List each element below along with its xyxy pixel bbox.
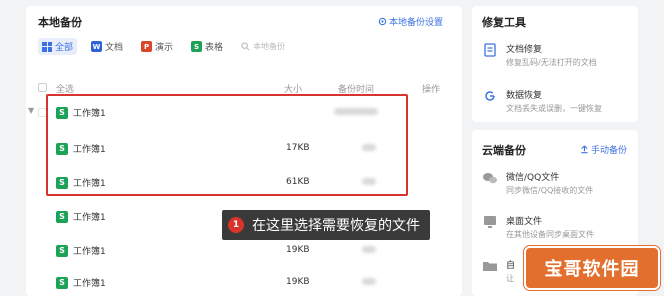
tool-title: 微信/QQ文件	[506, 173, 560, 183]
tool-title: 自	[506, 261, 516, 271]
search-placeholder: 本地备份	[253, 42, 286, 51]
sheet-file-icon: S	[56, 210, 68, 223]
tab-presentations[interactable]: P 演示	[137, 38, 177, 55]
folder-icon	[482, 258, 498, 274]
action-column-header: 操作	[422, 85, 441, 95]
backup-settings-label: 本地备份设置	[389, 18, 444, 28]
backup-time	[362, 278, 376, 285]
tool-desc: 修复乱码/无法打开的文档	[506, 58, 597, 67]
settings-icon	[378, 17, 387, 26]
tab-label: 全部	[55, 43, 74, 53]
manual-backup-link[interactable]: 手动备份	[580, 143, 627, 156]
repair-tools-panel: 修复工具 文档修复 修复乱码/无法打开的文档 数据恢复 文档丢失或误删，一键恢复	[472, 6, 638, 122]
doc-repair-icon	[482, 42, 498, 58]
expand-caret-icon[interactable]: ▼	[28, 106, 34, 115]
tab-sheets[interactable]: S 表格	[187, 38, 227, 55]
panel-title: 本地备份	[38, 16, 82, 29]
file-type-tabs: 全部 W 文档 P 演示 S 表格 本地备份	[38, 38, 285, 55]
tool-title: 桌面文件	[506, 217, 543, 227]
step-number-badge: 1	[228, 217, 244, 233]
chat-icon	[482, 170, 498, 186]
sheet-icon: S	[191, 41, 203, 52]
folder-item[interactable]: 自 让	[482, 258, 515, 284]
tab-all[interactable]: 全部	[38, 38, 78, 55]
tab-label: 表格	[205, 43, 224, 53]
file-name: S 工作簿1	[56, 244, 106, 257]
manual-backup-label: 手动备份	[591, 146, 628, 156]
tool-desc: 文档丢失或误删，一键恢复	[506, 104, 602, 113]
wechat-qq-item[interactable]: 微信/QQ文件 同步微信/QQ接收的文件	[482, 170, 593, 196]
file-name-text: 工作簿1	[73, 213, 106, 223]
ppt-icon: P	[141, 41, 153, 52]
table-row[interactable]: S 工作簿1 19KB	[38, 242, 458, 260]
desktop-icon	[482, 214, 498, 230]
highlight-box	[46, 94, 408, 196]
repair-title: 修复工具	[482, 16, 526, 29]
file-size: 19KB	[286, 245, 310, 255]
grid-icon	[42, 41, 52, 52]
file-size: 19KB	[286, 277, 310, 287]
sheet-file-icon: S	[56, 276, 68, 289]
sheet-file-icon: S	[56, 244, 68, 257]
file-name-text: 工作簿1	[73, 247, 106, 257]
search-input[interactable]: 本地备份	[241, 41, 285, 52]
tool-desc: 同步微信/QQ接收的文件	[506, 186, 594, 195]
word-icon: W	[91, 41, 103, 52]
search-icon	[241, 42, 250, 51]
tool-desc: 在其他设备同步桌面文件	[506, 230, 594, 239]
file-name: S 工作簿1	[56, 276, 106, 289]
tab-label: 文档	[105, 43, 124, 53]
data-recovery-icon	[482, 88, 498, 104]
tab-docs[interactable]: W 文档	[87, 38, 127, 55]
site-watermark: 宝哥软件园	[524, 246, 660, 290]
table-row[interactable]: S 工作簿1 19KB	[38, 274, 458, 292]
tool-title: 数据恢复	[506, 91, 543, 101]
backup-settings-link[interactable]: 本地备份设置	[378, 15, 443, 28]
file-name-text: 工作簿1	[73, 279, 106, 289]
file-name: S 工作簿1	[56, 210, 106, 223]
tool-desc: 让	[506, 274, 514, 283]
tab-label: 演示	[155, 43, 174, 53]
backup-time	[362, 246, 376, 253]
doc-repair-item[interactable]: 文档修复 修复乱码/无法打开的文档	[482, 42, 597, 68]
instruction-tooltip: 1 在这里选择需要恢复的文件	[222, 210, 430, 240]
upload-icon	[581, 145, 588, 154]
cloud-title: 云端备份	[482, 144, 526, 157]
tool-title: 文档修复	[506, 45, 543, 55]
tooltip-text: 在这里选择需要恢复的文件	[252, 218, 420, 234]
data-recovery-item[interactable]: 数据恢复 文档丢失或误删，一键恢复	[482, 88, 602, 114]
desktop-files-item[interactable]: 桌面文件 在其他设备同步桌面文件	[482, 214, 594, 240]
select-all-checkbox[interactable]	[38, 83, 47, 92]
